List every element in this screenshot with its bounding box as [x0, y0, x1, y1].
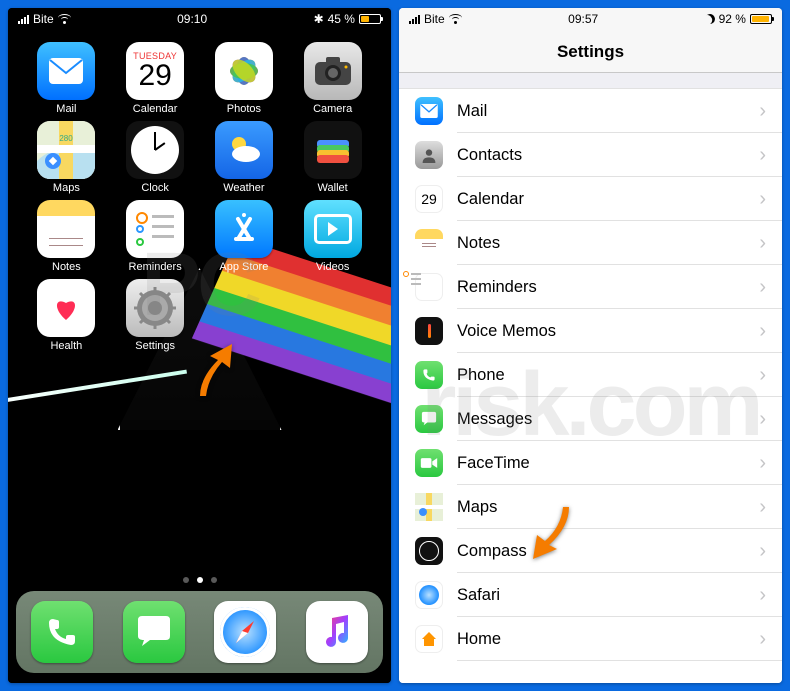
- wifi-icon: [449, 14, 462, 24]
- dock-music[interactable]: [306, 601, 368, 663]
- chevron-right-icon: ›: [759, 364, 766, 387]
- row-maps[interactable]: Maps›: [399, 485, 782, 529]
- chevron-right-icon: ›: [759, 100, 766, 123]
- carrier-label: Bite: [424, 12, 445, 26]
- compass-icon: [415, 537, 443, 565]
- app-clock[interactable]: Clock: [111, 121, 200, 194]
- battery-icon: [359, 14, 381, 24]
- dock-phone[interactable]: [31, 601, 93, 663]
- battery-charge-icon: ✱: [314, 12, 324, 26]
- page-indicator[interactable]: [8, 577, 391, 583]
- home-icon: [415, 625, 443, 653]
- chevron-right-icon: ›: [759, 276, 766, 299]
- status-bar: Bite 09:10 ✱ 45 %: [8, 8, 391, 30]
- clock-label: 09:57: [568, 12, 598, 26]
- safari-icon: [415, 581, 443, 609]
- row-notes[interactable]: Notes›: [399, 221, 782, 265]
- app-health[interactable]: Health: [22, 279, 111, 352]
- signal-icon: [18, 15, 29, 24]
- app-calendar[interactable]: TUESDAY29Calendar: [111, 42, 200, 115]
- app-notes[interactable]: Notes: [22, 200, 111, 273]
- app-reminders[interactable]: Reminders: [111, 200, 200, 273]
- svg-text:280: 280: [60, 134, 74, 143]
- settings-screen: risk.com Bite 09:57 92 % Settings Mail› …: [399, 8, 782, 683]
- dnd-moon-icon: [703, 13, 716, 26]
- chevron-right-icon: ›: [759, 584, 766, 607]
- chevron-right-icon: ›: [759, 144, 766, 167]
- row-mail[interactable]: Mail›: [399, 89, 782, 133]
- chevron-right-icon: ›: [759, 540, 766, 563]
- reminders-icon: [415, 273, 443, 301]
- battery-pct: 45 %: [328, 12, 355, 26]
- home-screen: PC Bite 09:10 ✱ 45 % Mail TUESDAY29Calen…: [8, 8, 391, 683]
- app-appstore[interactable]: App Store: [200, 200, 289, 273]
- row-contacts[interactable]: Contacts›: [399, 133, 782, 177]
- maps-icon: [415, 493, 443, 521]
- signal-icon: [409, 15, 420, 24]
- dock: [16, 591, 383, 673]
- chevron-right-icon: ›: [759, 496, 766, 519]
- app-photos[interactable]: Photos: [200, 42, 289, 115]
- contacts-icon: [415, 141, 443, 169]
- app-videos[interactable]: Videos: [288, 200, 377, 273]
- battery-pct: 92 %: [719, 12, 746, 26]
- notes-icon: [415, 229, 443, 257]
- row-facetime[interactable]: FaceTime›: [399, 441, 782, 485]
- chevron-right-icon: ›: [759, 232, 766, 255]
- status-bar: Bite 09:57 92 %: [399, 8, 782, 30]
- row-home[interactable]: Home›: [399, 617, 782, 661]
- app-camera[interactable]: Camera: [288, 42, 377, 115]
- app-maps[interactable]: 280Maps: [22, 121, 111, 194]
- section-break: [399, 73, 782, 89]
- app-weather[interactable]: Weather: [200, 121, 289, 194]
- chevron-right-icon: ›: [759, 408, 766, 431]
- battery-icon: [750, 14, 772, 24]
- voice-memos-icon: [415, 317, 443, 345]
- row-compass[interactable]: Compass›: [399, 529, 782, 573]
- settings-list[interactable]: Mail› Contacts› 29Calendar› Notes› Remin…: [399, 73, 782, 683]
- nav-title: Settings: [399, 30, 782, 73]
- row-phone[interactable]: Phone›: [399, 353, 782, 397]
- row-safari[interactable]: Safari›: [399, 573, 782, 617]
- facetime-icon: [415, 449, 443, 477]
- wifi-icon: [58, 14, 71, 24]
- chevron-right-icon: ›: [759, 628, 766, 651]
- app-grid: Mail TUESDAY29Calendar Photos Camera 280…: [8, 30, 391, 352]
- calendar-icon: 29: [415, 185, 443, 213]
- app-mail[interactable]: Mail: [22, 42, 111, 115]
- app-wallet[interactable]: Wallet: [288, 121, 377, 194]
- arrow-to-safari: [527, 505, 577, 565]
- chevron-right-icon: ›: [759, 188, 766, 211]
- carrier-label: Bite: [33, 12, 54, 26]
- clock-label: 09:10: [177, 12, 207, 26]
- dock-messages[interactable]: [123, 601, 185, 663]
- row-voicememos[interactable]: Voice Memos›: [399, 309, 782, 353]
- chevron-right-icon: ›: [759, 452, 766, 475]
- row-messages[interactable]: Messages›: [399, 397, 782, 441]
- mail-icon: [415, 97, 443, 125]
- row-reminders[interactable]: Reminders›: [399, 265, 782, 309]
- arrow-to-settings: [190, 338, 240, 398]
- row-calendar[interactable]: 29Calendar›: [399, 177, 782, 221]
- app-settings[interactable]: Settings: [111, 279, 200, 352]
- phone-icon: [415, 361, 443, 389]
- chevron-right-icon: ›: [759, 320, 766, 343]
- dock-safari[interactable]: [214, 601, 276, 663]
- messages-icon: [415, 405, 443, 433]
